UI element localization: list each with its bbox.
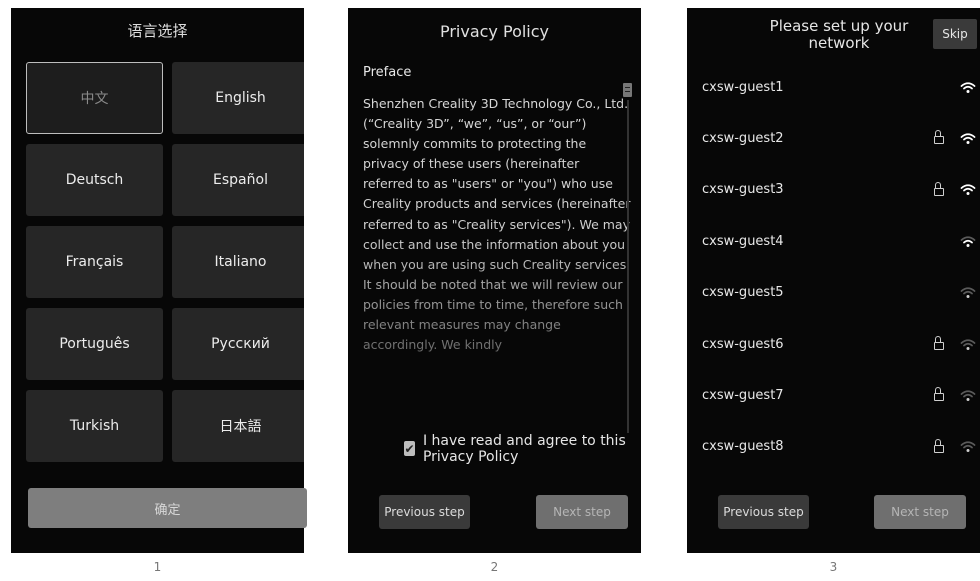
- page-title: Please set up your network: [769, 17, 909, 52]
- screen-caption-3: 3: [829, 560, 838, 574]
- language-screen: 语言选择 中文 English Deutsch Español Français…: [11, 8, 304, 553]
- language-grid: 中文 English Deutsch Español Français Ital…: [26, 62, 304, 462]
- network-row[interactable]: cxsw-guest2: [702, 128, 977, 148]
- network-name: cxsw-guest4: [702, 233, 784, 249]
- scrollbar-thumb[interactable]: [623, 83, 632, 97]
- agree-label: I have read and agree to this Privacy Po…: [422, 433, 626, 465]
- network-name: cxsw-guest2: [702, 130, 784, 146]
- language-option-italian[interactable]: Italiano: [172, 226, 304, 298]
- agree-row[interactable]: ✔ I have read and agree to this Privacy …: [404, 433, 641, 465]
- language-option-portuguese[interactable]: Português: [26, 308, 163, 380]
- network-name: cxsw-guest7: [702, 387, 784, 403]
- wifi-icon: [960, 441, 976, 453]
- wifi-icon: [960, 184, 976, 196]
- network-row[interactable]: cxsw-guest8: [702, 437, 977, 457]
- network-name: cxsw-guest8: [702, 439, 784, 455]
- confirm-button[interactable]: 确定: [28, 488, 307, 528]
- language-option-japanese[interactable]: 日本語: [172, 390, 304, 462]
- network-row[interactable]: cxsw-guest7: [702, 385, 977, 405]
- previous-step-button[interactable]: Previous step: [379, 495, 470, 529]
- language-option-english[interactable]: English: [172, 62, 304, 134]
- network-row[interactable]: cxsw-guest6: [702, 334, 977, 354]
- lock-icon: [934, 181, 944, 196]
- wifi-icon: [960, 390, 976, 401]
- skip-button[interactable]: Skip: [933, 19, 977, 49]
- policy-text: Shenzhen Creality 3D Technology Co., Ltd…: [363, 96, 631, 353]
- language-option-turkish[interactable]: Turkish: [26, 390, 163, 462]
- network-row[interactable]: cxsw-guest1: [702, 77, 977, 97]
- lock-icon: [934, 130, 944, 145]
- lock-icon: [934, 336, 944, 350]
- previous-step-button[interactable]: Previous step: [718, 495, 809, 529]
- lock-icon: [934, 387, 944, 402]
- page-title: 语言选择: [127, 22, 188, 40]
- wifi-icon: [960, 287, 976, 299]
- next-step-button[interactable]: Next step: [874, 495, 966, 529]
- privacy-policy-screen: Privacy Policy Preface Shenzhen Creality…: [348, 8, 641, 553]
- screen-caption-2: 2: [490, 560, 499, 574]
- preface-heading: Preface: [363, 65, 412, 80]
- network-row[interactable]: cxsw-guest5: [702, 283, 977, 303]
- page-title: Privacy Policy: [439, 22, 550, 41]
- network-name: cxsw-guest3: [702, 182, 784, 198]
- network-row[interactable]: cxsw-guest3: [702, 180, 977, 200]
- scrollbar-track[interactable]: [627, 100, 629, 438]
- network-name: cxsw-guest5: [702, 285, 784, 301]
- wifi-icon: [960, 236, 976, 247]
- language-option-french[interactable]: Français: [26, 226, 163, 298]
- next-step-button[interactable]: Next step: [536, 495, 628, 529]
- language-option-german[interactable]: Deutsch: [26, 144, 163, 216]
- language-option-spanish[interactable]: Español: [172, 144, 304, 216]
- wifi-icon: [960, 133, 976, 144]
- network-name: cxsw-guest6: [702, 336, 784, 352]
- language-option-chinese[interactable]: 中文: [26, 62, 163, 134]
- wifi-icon: [960, 338, 976, 350]
- wifi-icon: [960, 81, 976, 93]
- network-setup-screen: Please set up your network Skip cxsw-gue…: [687, 8, 980, 553]
- screen-caption-1: 1: [153, 560, 162, 574]
- lock-icon: [934, 438, 944, 453]
- language-option-russian[interactable]: Русский: [172, 308, 304, 380]
- network-name: cxsw-guest1: [702, 79, 784, 95]
- network-row[interactable]: cxsw-guest4: [702, 231, 977, 251]
- checkbox-icon[interactable]: ✔: [404, 441, 415, 456]
